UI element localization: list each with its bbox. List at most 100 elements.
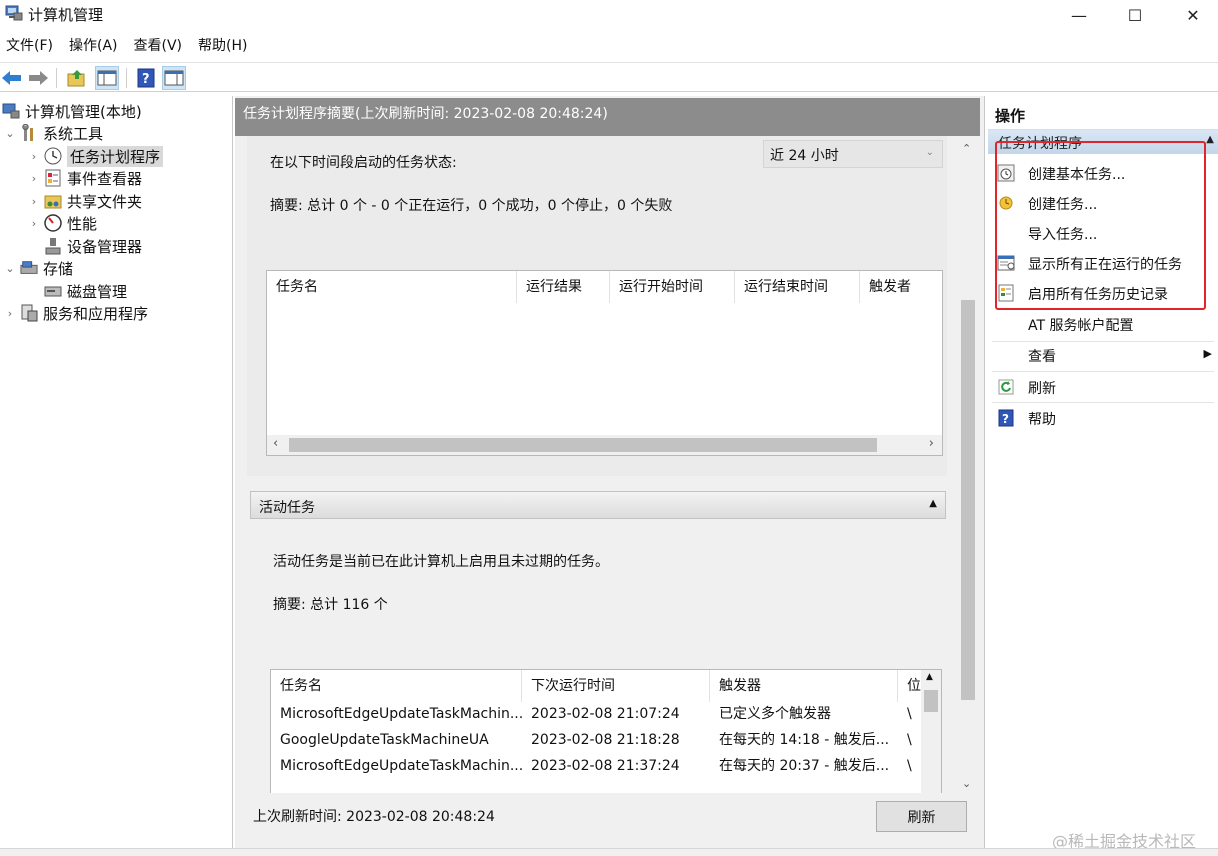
column-header[interactable]: 任务名: [271, 670, 522, 702]
close-button[interactable]: ✕: [1164, 0, 1218, 30]
column-header[interactable]: 运行开始时间: [610, 271, 735, 303]
scroll-up-icon[interactable]: ▲: [926, 672, 933, 682]
menu-action[interactable]: 操作(A): [63, 34, 124, 58]
table-header: 任务名 运行结果 运行开始时间 运行结束时间 触发者: [267, 271, 940, 303]
last-refresh-time: 上次刷新时间: 2023-02-08 20:48:24: [253, 809, 495, 825]
chevron-down-icon[interactable]: ⌄: [4, 262, 16, 275]
console-tree: 计算机管理(本地) ⌄ 系统工具 › 任务计划程序 › 事件查看器 › 共享文件…: [0, 96, 233, 848]
toolbar-separator: [126, 68, 127, 88]
action-create-task[interactable]: 创建任务...: [988, 188, 1216, 218]
menu-help[interactable]: 帮助(H): [192, 34, 253, 58]
next-run-cell: 2023-02-08 21:37:24: [531, 758, 680, 774]
column-header[interactable]: 任务名: [267, 271, 517, 303]
tree-item-task-scheduler[interactable]: › 任务计划程序: [28, 145, 164, 167]
actions-group-header[interactable]: 任务计划程序 ▲: [988, 130, 1218, 154]
task-name-cell: MicrosoftEdgeUpdateTaskMachin...: [280, 758, 522, 774]
table-row[interactable]: GoogleUpdateTaskMachineUA 2023-02-08 21:…: [271, 727, 922, 753]
collapse-icon[interactable]: ▲: [1206, 134, 1214, 145]
tree-item-services-apps[interactable]: › 服务和应用程序: [4, 302, 148, 324]
tree-item-storage[interactable]: ⌄ 存储: [4, 257, 73, 279]
maximize-button[interactable]: ☐: [1106, 0, 1164, 30]
action-at-service-account[interactable]: AT 服务帐户配置: [988, 309, 1216, 339]
minimize-button[interactable]: —: [1050, 0, 1108, 30]
create-task-icon: [997, 194, 1015, 212]
menu-view[interactable]: 查看(V): [128, 34, 189, 58]
tree-label: 设备管理器: [67, 237, 143, 256]
chevron-right-icon[interactable]: ›: [4, 307, 16, 320]
column-header[interactable]: 运行结果: [517, 271, 610, 303]
action-create-basic-task[interactable]: 创建基本任务...: [988, 158, 1216, 188]
scroll-down-icon[interactable]: ⌄: [962, 777, 971, 790]
tree-item-device-manager[interactable]: 设备管理器: [44, 235, 142, 257]
performance-gauge-icon: [44, 214, 62, 232]
scrollbar-thumb[interactable]: [924, 690, 938, 712]
table-row[interactable]: MicrosoftEdgeUpdateTaskMachin... 2023-02…: [271, 753, 922, 779]
tools-icon: [20, 124, 38, 142]
refresh-button[interactable]: 刷新: [876, 801, 967, 832]
section-title: 活动任务: [259, 500, 315, 516]
show-hide-tree-icon[interactable]: [95, 66, 119, 90]
collapse-icon[interactable]: ▲: [929, 498, 937, 509]
show-action-pane-icon[interactable]: [162, 66, 186, 90]
chevron-right-icon[interactable]: ›: [28, 172, 40, 185]
scroll-right-icon[interactable]: ›: [929, 436, 934, 451]
toolbar: ?: [0, 62, 1218, 92]
tree-label: 系统工具: [43, 124, 104, 143]
action-help[interactable]: ? 帮助: [988, 403, 1216, 433]
horizontal-scrollbar[interactable]: ‹ ›: [267, 435, 942, 455]
vertical-scrollbar[interactable]: ⌃ ⌄: [958, 140, 978, 792]
history-icon: [997, 284, 1015, 302]
scrollbar-thumb[interactable]: [289, 438, 877, 452]
action-show-running-tasks[interactable]: 显示所有正在运行的任务: [988, 248, 1216, 278]
status-bar: [0, 848, 1218, 856]
tree-item-performance[interactable]: › 性能: [28, 212, 97, 234]
active-tasks-section-header[interactable]: 活动任务 ▲: [250, 491, 946, 519]
task-name-cell: GoogleUpdateTaskMachineUA: [280, 732, 489, 748]
svg-text:?: ?: [142, 72, 150, 87]
tree-item-disk-management[interactable]: 磁盘管理: [44, 280, 127, 302]
computer-management-icon: [2, 102, 20, 120]
back-arrow-icon[interactable]: [0, 66, 24, 90]
forward-arrow-icon[interactable]: [26, 66, 50, 90]
tree-label: 服务和应用程序: [43, 304, 149, 323]
period-select[interactable]: 近 24 小时 ⌄: [763, 140, 943, 168]
up-folder-icon[interactable]: [65, 66, 89, 90]
tree-item-system-tools[interactable]: ⌄ 系统工具: [4, 122, 103, 144]
table-header: 任务名 下次运行时间 触发器 位: [271, 670, 922, 702]
refresh-icon: [997, 378, 1015, 396]
scrollbar-thumb[interactable]: [961, 300, 975, 700]
column-header[interactable]: 下次运行时间: [522, 670, 710, 702]
active-summary: 摘要: 总计 116 个: [273, 597, 388, 613]
active-tasks-table[interactable]: 任务名 下次运行时间 触发器 位 MicrosoftEdgeUpdateTask…: [270, 669, 942, 793]
action-import-task[interactable]: 导入任务...: [988, 218, 1216, 248]
column-header[interactable]: 触发器: [710, 670, 898, 702]
chevron-right-icon[interactable]: ›: [28, 195, 40, 208]
next-run-cell: 2023-02-08 21:18:28: [531, 732, 680, 748]
table-vertical-scrollbar[interactable]: ▲: [921, 670, 941, 793]
running-tasks-icon: [997, 254, 1015, 272]
table-row[interactable]: MicrosoftEdgeUpdateTaskMachin... 2023-02…: [271, 701, 922, 727]
actions-group-label: 任务计划程序: [998, 136, 1082, 152]
tree-item-shared-folders[interactable]: › 共享文件夹: [28, 190, 142, 212]
column-header[interactable]: 运行结束时间: [735, 271, 860, 303]
scroll-left-icon[interactable]: ‹: [273, 436, 278, 451]
chevron-down-icon[interactable]: ⌄: [4, 127, 16, 140]
chevron-right-icon[interactable]: ›: [28, 217, 40, 230]
shared-folder-icon: [44, 192, 62, 210]
tree-item-event-viewer[interactable]: › 事件查看器: [28, 167, 142, 189]
help-icon[interactable]: ?: [134, 66, 158, 90]
action-refresh[interactable]: 刷新: [988, 372, 1216, 402]
tree-item-root[interactable]: 计算机管理(本地): [2, 100, 142, 122]
task-status-table[interactable]: 任务名 运行结果 运行开始时间 运行结束时间 触发者 ‹ ›: [266, 270, 943, 456]
trigger-cell: 在每天的 20:37 - 触发后...: [719, 758, 890, 774]
trigger-cell: 已定义多个触发器: [719, 706, 831, 722]
device-manager-icon: [44, 237, 62, 255]
scroll-up-icon[interactable]: ⌃: [962, 142, 971, 155]
action-view[interactable]: 查看 ▶: [988, 340, 1216, 370]
chevron-right-icon[interactable]: ›: [28, 150, 40, 163]
storage-icon: [20, 259, 38, 277]
menu-file[interactable]: 文件(F): [0, 34, 59, 58]
column-header[interactable]: 位: [898, 670, 922, 702]
column-header[interactable]: 触发者: [860, 271, 940, 303]
action-enable-history[interactable]: 启用所有任务历史记录: [988, 278, 1216, 308]
